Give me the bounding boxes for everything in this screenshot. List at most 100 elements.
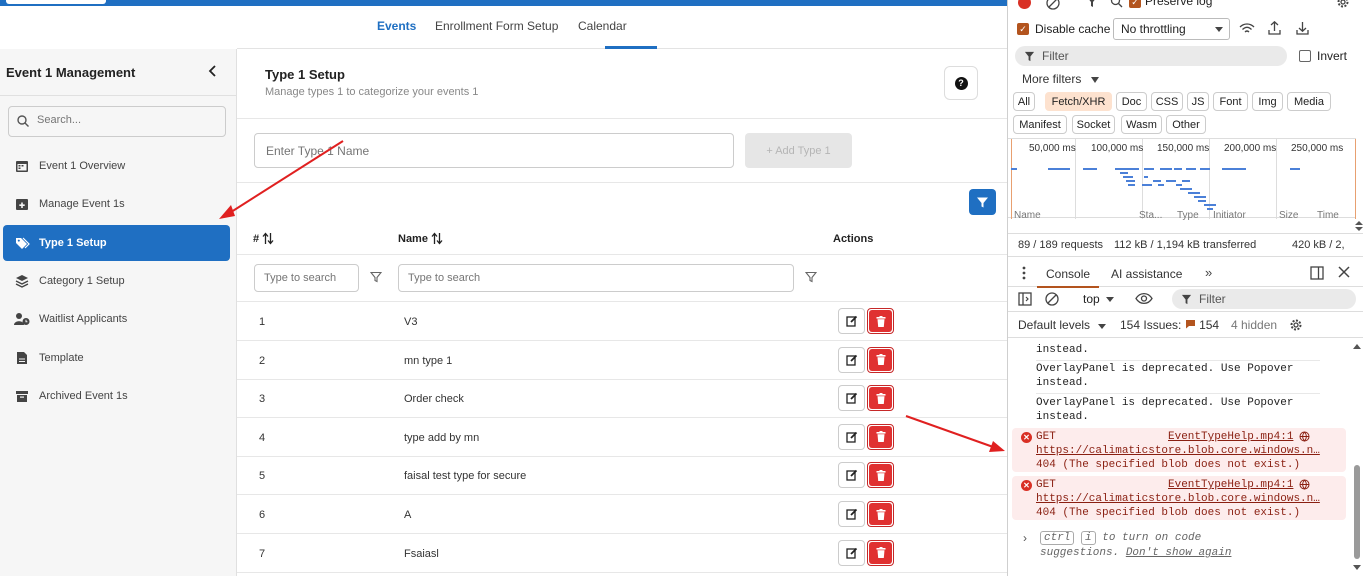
timeline-request-bar [1200, 168, 1210, 170]
sidebar-item-template[interactable]: Template [3, 340, 230, 376]
delete-button[interactable] [867, 539, 894, 566]
edit-button[interactable] [838, 346, 865, 373]
filter-icon [1181, 294, 1192, 305]
sidebar-item-label: Event 1 Overview [39, 160, 126, 172]
more-tabs-icon[interactable]: » [1205, 265, 1212, 280]
sidebar-item-type-setup[interactable]: Type 1 Setup [3, 225, 230, 261]
import-icon[interactable] [1268, 20, 1281, 38]
edit-button[interactable] [838, 385, 865, 412]
column-type[interactable]: Type [1177, 210, 1199, 221]
sidebar-item-category-setup[interactable]: Category 1 Setup [3, 263, 230, 299]
console-filter-box[interactable]: Filter [1172, 289, 1356, 309]
sidebar-item-waitlist-applicants[interactable]: Waitlist Applicants [3, 301, 230, 337]
network-scrollbar[interactable] [1355, 220, 1363, 232]
column-time[interactable]: Time [1317, 210, 1339, 221]
filter-pill-img[interactable]: Img [1252, 92, 1283, 111]
throttling-select[interactable]: No throttling [1113, 18, 1230, 40]
error-url-link[interactable]: https://calimaticstore.blob.core.windows… [1036, 492, 1320, 506]
delete-button[interactable] [867, 501, 894, 527]
filter-pill-doc[interactable]: Doc [1116, 92, 1147, 111]
help-button[interactable]: ? [944, 66, 978, 100]
filter-pill-other[interactable]: Other [1166, 115, 1206, 134]
name-filter-input[interactable] [398, 264, 794, 292]
tab-enrollment-form-setup[interactable]: Enrollment Form Setup [435, 19, 558, 33]
clear-icon[interactable] [1046, 0, 1060, 13]
delete-button[interactable] [867, 462, 894, 489]
filter-pill-font[interactable]: Font [1213, 92, 1248, 111]
console-error[interactable]: ✕ GET EventTypeHelp.mp4:1 https://calima… [1012, 428, 1346, 472]
filter-pill-wasm[interactable]: Wasm [1121, 115, 1162, 134]
sidebar-item-archived-events[interactable]: Archived Event 1s [3, 378, 230, 414]
delete-button[interactable] [867, 385, 894, 412]
gear-icon[interactable] [1289, 318, 1303, 335]
context-selector[interactable]: top [1076, 287, 1136, 311]
filter-pill-socket[interactable]: Socket [1072, 115, 1115, 134]
console-error[interactable]: ✕ GET EventTypeHelp.mp4:1 https://calima… [1012, 476, 1346, 520]
sidebar-toggle-icon[interactable] [1018, 292, 1032, 309]
invert-checkbox[interactable] [1299, 50, 1311, 62]
number-filter-input[interactable] [254, 264, 359, 292]
eye-icon[interactable] [1135, 292, 1153, 308]
edit-button[interactable] [838, 308, 865, 334]
dock-side-icon[interactable] [1310, 266, 1324, 283]
clear-console-icon[interactable] [1045, 292, 1059, 309]
delete-button[interactable] [867, 308, 894, 334]
chevron-left-icon[interactable] [204, 61, 222, 81]
column-name[interactable]: Name [1014, 210, 1041, 221]
error-url-link[interactable]: https://calimaticstore.blob.core.windows… [1036, 444, 1320, 458]
tab-ai-assistance[interactable]: AI assistance [1111, 267, 1182, 281]
edit-button[interactable] [838, 462, 865, 489]
dont-show-again-link[interactable]: Don't show again [1126, 547, 1232, 559]
more-filters-button[interactable]: More filters [1022, 72, 1099, 86]
edit-button[interactable] [838, 539, 865, 566]
tab-console[interactable]: Console [1036, 267, 1100, 288]
network-overview-timeline[interactable]: 50,000 ms 100,000 ms 150,000 ms 200,000 … [1008, 138, 1356, 219]
filter-icon[interactable] [1086, 0, 1098, 11]
filter-pill-css[interactable]: CSS [1151, 92, 1183, 111]
edit-button[interactable] [838, 501, 865, 527]
add-type-button[interactable]: + Add Type 1 [745, 133, 852, 168]
export-icon[interactable] [1296, 21, 1309, 38]
filter-pill-media[interactable]: Media [1287, 92, 1331, 111]
sidebar-item-manage-events[interactable]: Manage Event 1s [3, 186, 230, 222]
error-source-link[interactable]: EventTypeHelp.mp4:1 [1168, 430, 1293, 444]
close-icon[interactable] [1338, 266, 1350, 281]
filter-icon[interactable] [369, 271, 383, 286]
filter-toggle-button[interactable] [969, 189, 996, 215]
column-header-name[interactable]: Name [398, 232, 443, 245]
sidebar-search-input[interactable] [37, 114, 217, 126]
error-source-link[interactable]: EventTypeHelp.mp4:1 [1168, 478, 1293, 492]
delete-button[interactable] [867, 346, 894, 373]
issues-counter[interactable]: 154 Issues: 154 [1120, 318, 1219, 332]
console-scrollbar[interactable] [1352, 343, 1362, 573]
filter-pill-all[interactable]: All [1013, 92, 1035, 111]
network-conditions-icon[interactable] [1239, 22, 1255, 39]
add-type-form: + Add Type 1 [237, 119, 1007, 183]
type-name-input[interactable] [254, 133, 734, 168]
app-logo[interactable] [6, 0, 106, 4]
tab-calendar[interactable]: Calendar [578, 19, 627, 33]
chevron-right-icon[interactable]: › [1023, 531, 1027, 545]
filter-pill-fetch-xhr[interactable]: Fetch/XHR [1045, 92, 1112, 111]
default-levels-dropdown[interactable]: Default levels [1018, 318, 1107, 332]
preserve-log-checkbox[interactable]: ✓ [1129, 0, 1141, 8]
console-toolbar: top Filter [1008, 287, 1363, 312]
filter-pill-manifest[interactable]: Manifest [1013, 115, 1067, 134]
edit-icon [845, 393, 857, 404]
gear-icon[interactable] [1336, 0, 1350, 12]
search-icon[interactable] [1110, 0, 1123, 11]
sidebar-item-event-overview[interactable]: Event 1 Overview [3, 148, 230, 184]
record-stop-icon[interactable] [1018, 0, 1031, 9]
filter-icon[interactable] [804, 271, 818, 286]
tab-events[interactable]: Events [377, 19, 416, 33]
disable-cache-checkbox[interactable]: ✓ [1017, 23, 1029, 35]
column-header-number[interactable]: # [253, 232, 274, 245]
column-initiator[interactable]: Initiator [1213, 210, 1246, 221]
edit-button[interactable] [838, 423, 865, 450]
more-vert-icon[interactable] [1022, 266, 1026, 283]
network-filter-box[interactable]: Filter [1015, 46, 1287, 66]
column-status[interactable]: Sta... [1139, 210, 1162, 221]
delete-button[interactable] [867, 423, 894, 450]
column-size[interactable]: Size [1279, 210, 1298, 221]
filter-pill-js[interactable]: JS [1187, 92, 1209, 111]
